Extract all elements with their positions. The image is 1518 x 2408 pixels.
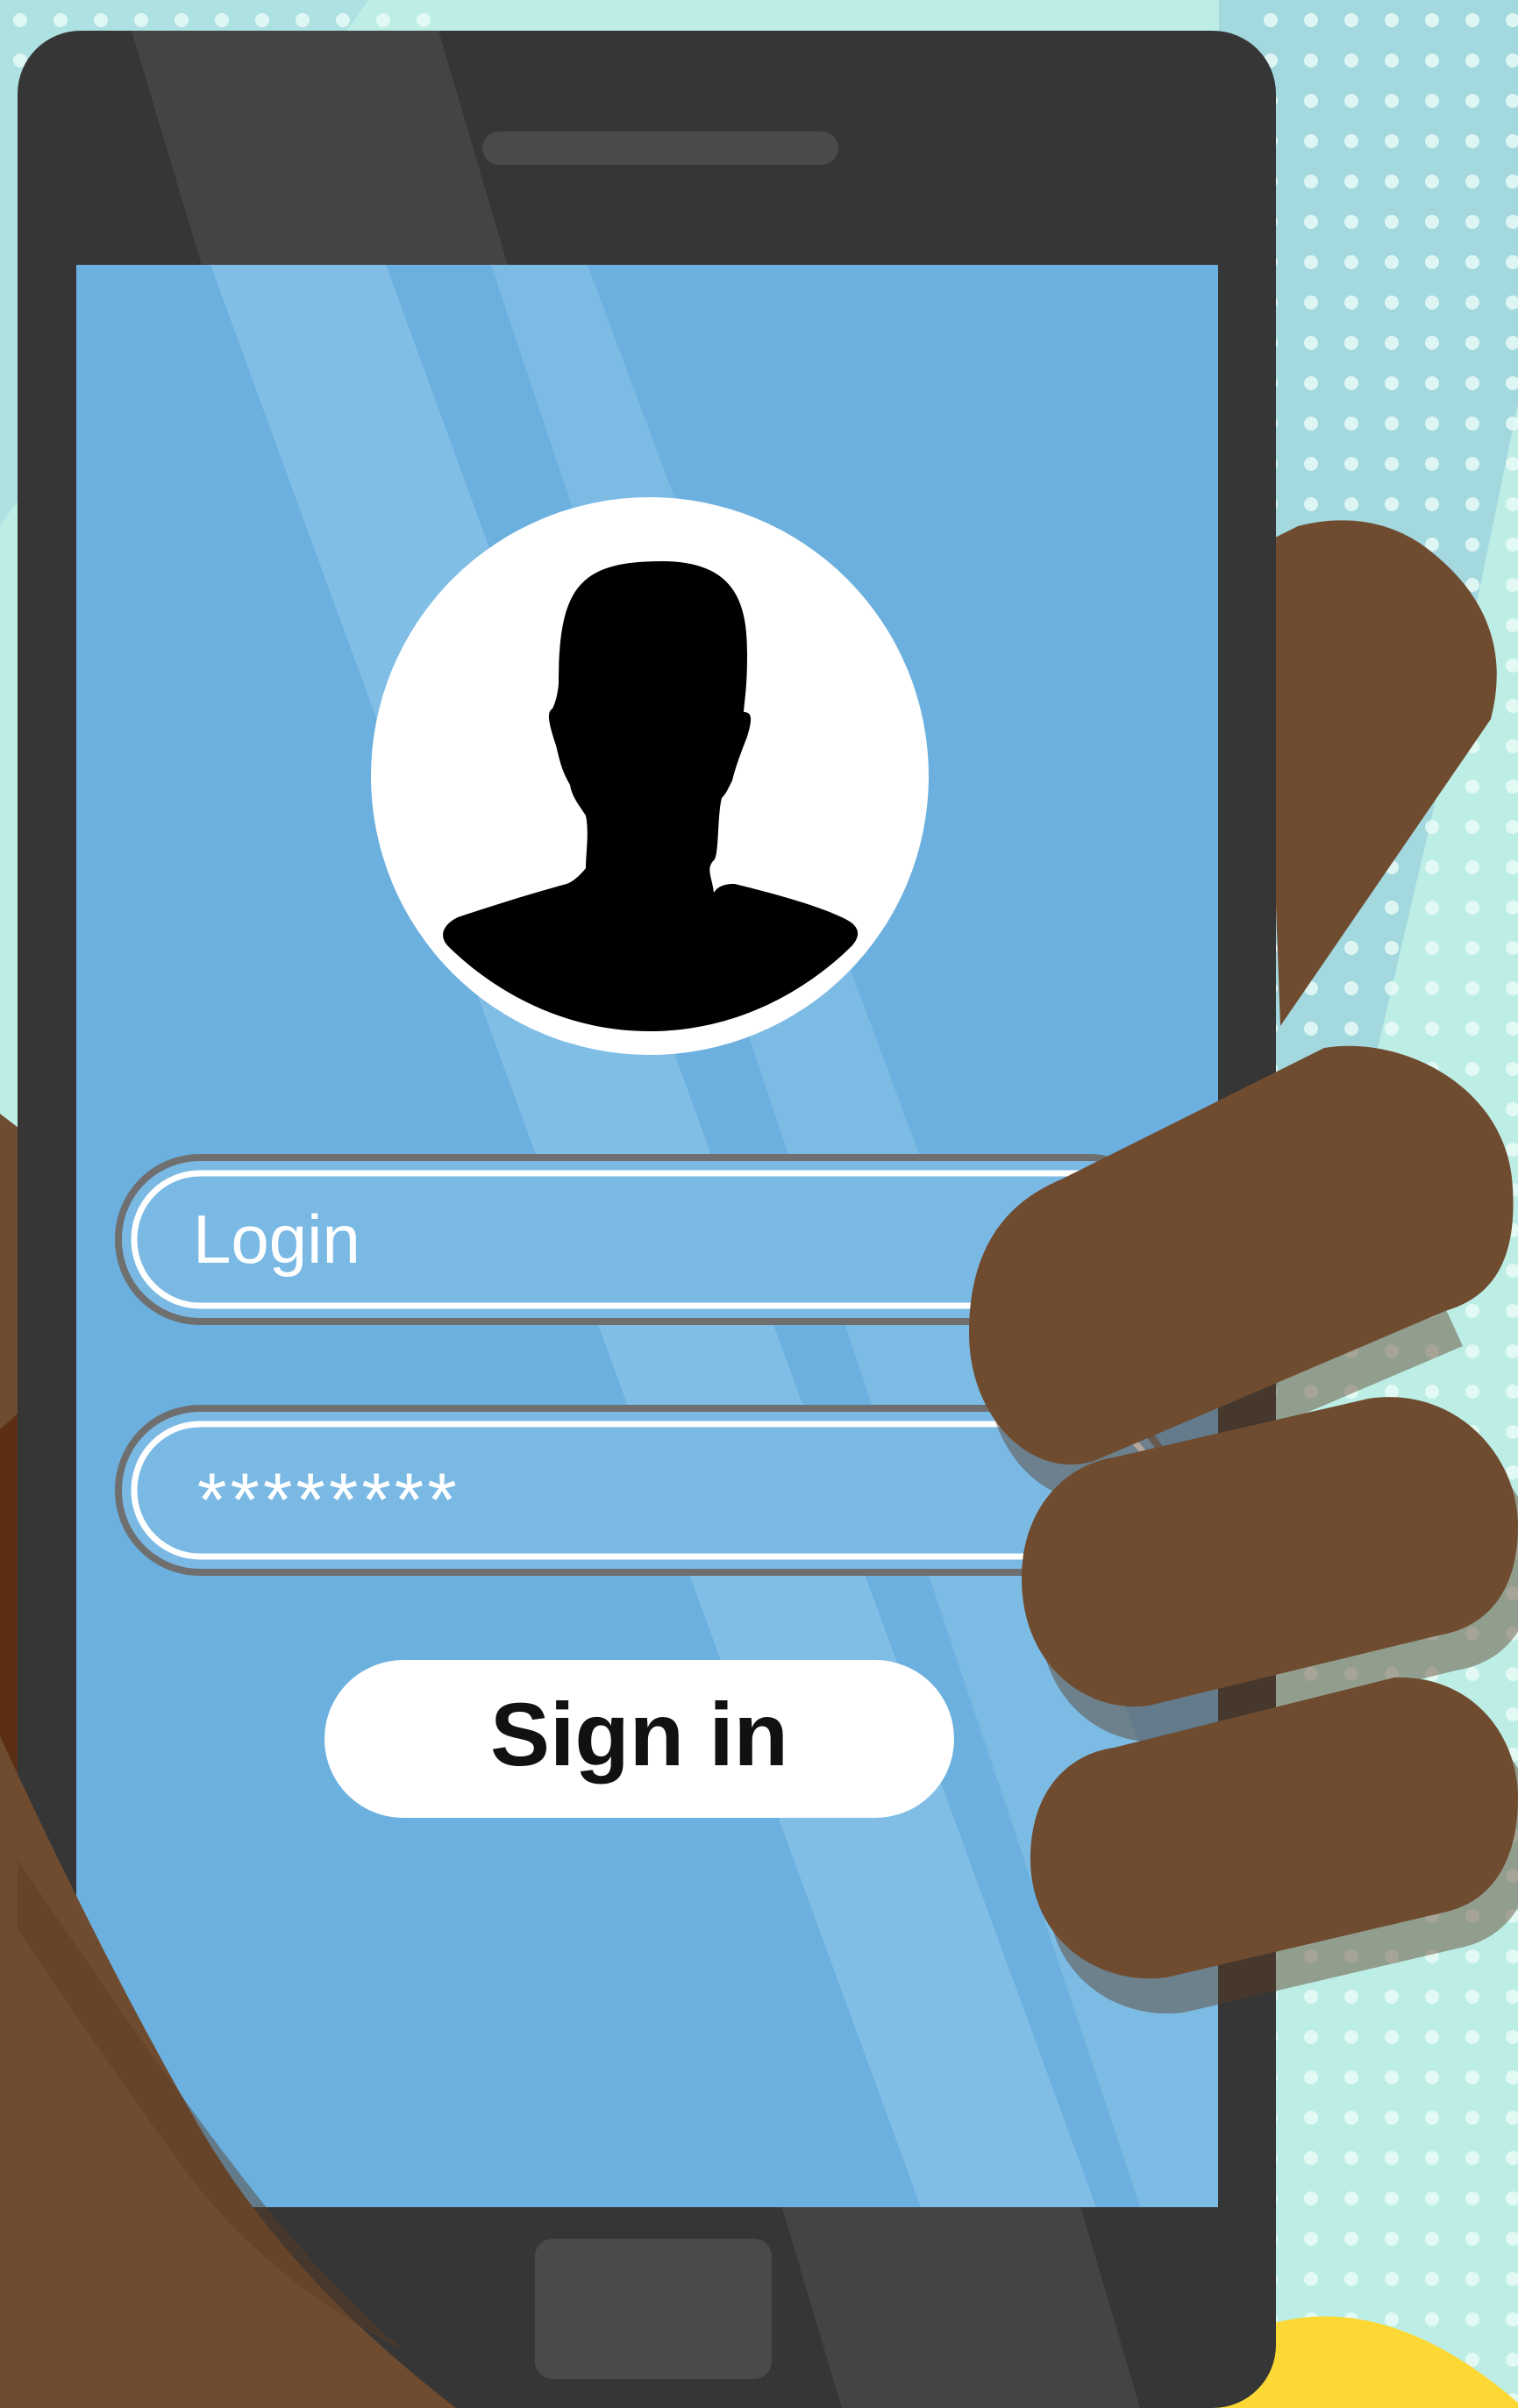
scene-illustration: Login ******** Sign in [0, 0, 1518, 2408]
password-field-value: ******** [197, 1458, 460, 1542]
phone-home-button[interactable] [535, 2239, 772, 2379]
phone-speaker [482, 132, 838, 165]
login-field-value: Login [193, 1200, 360, 1278]
sign-in-button-label: Sign in [490, 1685, 788, 1785]
